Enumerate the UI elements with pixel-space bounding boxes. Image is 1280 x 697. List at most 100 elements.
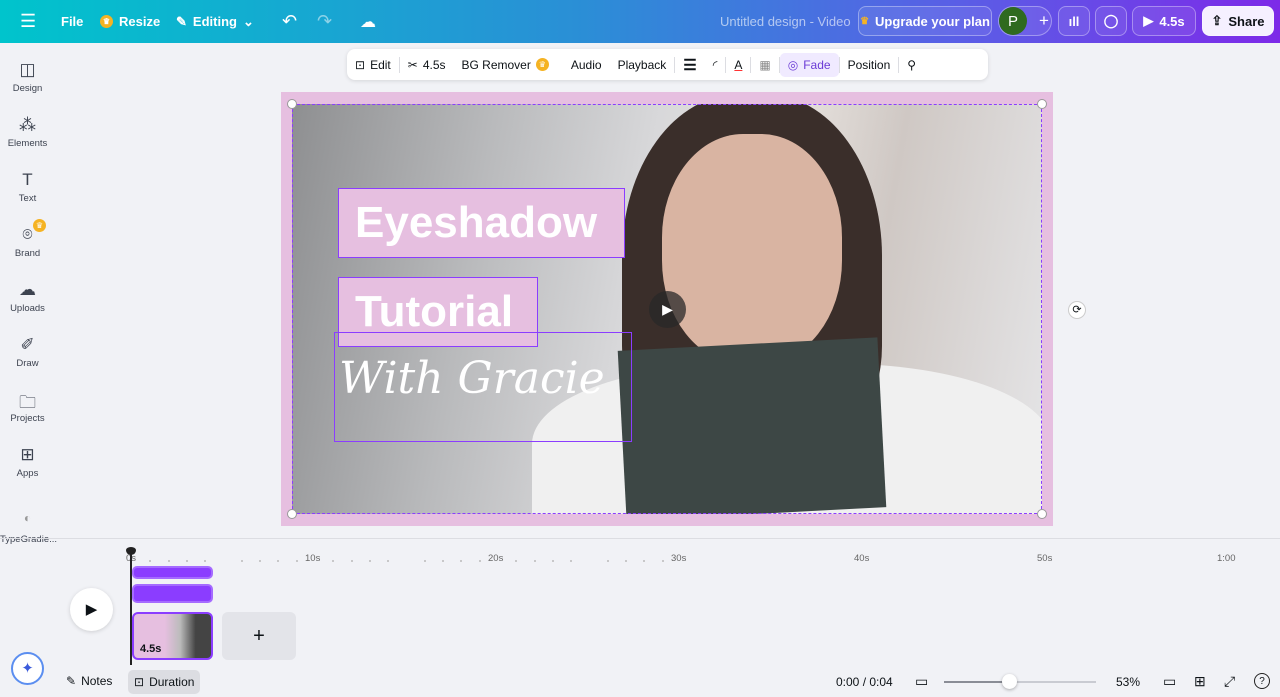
sidebar-item-label: Uploads bbox=[10, 303, 45, 314]
sidebar-item-projects[interactable]: 🗀 Projects bbox=[0, 390, 55, 424]
crown-icon: ♛ bbox=[100, 15, 113, 28]
timeline-minor-tick bbox=[478, 560, 481, 562]
comment-icon[interactable]: ◯ bbox=[1095, 6, 1127, 36]
timeline-tick: 50s bbox=[1037, 553, 1053, 564]
design-title[interactable]: Untitled design - Video bbox=[720, 14, 851, 29]
upgrade-button[interactable]: ♛ Upgrade your plan bbox=[858, 6, 992, 36]
page-view-icon[interactable]: ▭ bbox=[1163, 673, 1176, 690]
timeline-minor-tick bbox=[570, 560, 573, 562]
audio-button[interactable]: Audio bbox=[563, 53, 610, 77]
share-button[interactable]: ⇪ Share bbox=[1202, 6, 1274, 36]
file-menu[interactable]: File bbox=[61, 14, 83, 29]
timeline-minor-tick bbox=[515, 560, 518, 562]
cloud-upload-icon: ☁ bbox=[19, 280, 36, 299]
sidebar-item-typegradient[interactable]: ◐ TypeGradie... bbox=[0, 511, 57, 545]
duration-button[interactable]: ⊡ Duration bbox=[128, 670, 201, 694]
edit-label: Edit bbox=[370, 57, 391, 72]
apps-icon: ⊞ bbox=[20, 445, 35, 464]
sidebar-item-uploads[interactable]: ☁ Uploads bbox=[0, 280, 55, 314]
undo-icon[interactable]: ↶ bbox=[282, 11, 297, 32]
sidebar-item-draw[interactable]: ✐ Draw bbox=[0, 335, 55, 369]
timeline-tick: 30s bbox=[671, 553, 687, 564]
add-collaborator-icon[interactable]: + bbox=[1039, 11, 1049, 31]
duration-label: Duration bbox=[149, 675, 195, 689]
sidebar-item-text[interactable]: T Text bbox=[0, 170, 55, 204]
fade-button[interactable]: ◎ Fade bbox=[779, 52, 839, 77]
zoom-slider[interactable] bbox=[944, 674, 1096, 689]
sidebar-item-brand[interactable]: ⌾ ♛ Brand bbox=[0, 219, 55, 259]
transparency-icon[interactable]: ▦ bbox=[751, 53, 778, 77]
timeline-minor-tick bbox=[185, 560, 188, 562]
bg-remover-button[interactable]: BG Remover ♛ bbox=[454, 53, 557, 77]
sidebar-item-label: Elements bbox=[7, 138, 48, 149]
timeline-minor-tick bbox=[442, 560, 445, 562]
sidebar-item-elements[interactable]: ⁂ Elements bbox=[0, 115, 55, 149]
script-text-box[interactable]: With Gracie bbox=[334, 332, 632, 442]
sidebar-item-label: Apps bbox=[16, 468, 39, 479]
folder-icon: 🗀 bbox=[19, 393, 36, 412]
position-button[interactable]: Position bbox=[840, 53, 899, 77]
video-play-icon[interactable]: ▶ bbox=[649, 291, 686, 328]
rotate-icon[interactable]: ⟳ bbox=[1068, 301, 1086, 319]
avatar[interactable]: P bbox=[999, 7, 1027, 35]
timeline-minor-tick bbox=[625, 560, 628, 562]
zoom-slider-thumb[interactable] bbox=[1002, 674, 1018, 689]
timeline-minor-tick bbox=[240, 560, 243, 562]
playback-button[interactable]: Playback bbox=[610, 53, 675, 77]
editing-label: Editing bbox=[192, 14, 237, 29]
resize-handle[interactable] bbox=[1037, 99, 1047, 109]
clip-duration: 4.5s bbox=[140, 643, 162, 655]
redo-icon[interactable]: ↷ bbox=[317, 11, 332, 32]
timeline-minor-tick bbox=[259, 560, 262, 562]
resize-handle[interactable] bbox=[1037, 509, 1047, 519]
edit-video-button[interactable]: ⊡ Edit bbox=[347, 53, 399, 77]
timeline-minor-tick bbox=[661, 560, 664, 562]
present-button[interactable]: ▶ 4.5s bbox=[1132, 6, 1196, 36]
resize-handle[interactable] bbox=[287, 99, 297, 109]
zoom-level[interactable]: 53% bbox=[1116, 675, 1140, 689]
resize-button[interactable]: ♛ Resize bbox=[100, 14, 160, 29]
hamburger-icon[interactable]: ☰ bbox=[20, 11, 36, 32]
timeline-view-icon[interactable]: ▭ bbox=[915, 673, 928, 690]
timeline-minor-tick bbox=[277, 560, 280, 562]
sidebar-item-design[interactable]: ◫ Design bbox=[0, 60, 55, 94]
trim-label: 4.5s bbox=[422, 57, 446, 72]
sidebar: ◫ Design ⁂ Elements T Text ⌾ ♛ Brand ☁ Uploads… bbox=[0, 43, 57, 697]
image-track-clip[interactable] bbox=[132, 584, 213, 603]
notes-button[interactable]: ✎ Notes bbox=[66, 674, 112, 688]
color-icon[interactable]: A bbox=[726, 53, 750, 77]
trim-button[interactable]: ✂ 4.5s bbox=[400, 53, 454, 77]
grid-view-icon[interactable]: ⊞ bbox=[1194, 673, 1206, 690]
resize-handle[interactable] bbox=[287, 509, 297, 519]
insights-icon[interactable]: ıll bbox=[1058, 6, 1090, 36]
text-track-clip[interactable] bbox=[132, 566, 213, 579]
video-icon: ⊡ bbox=[355, 57, 366, 72]
page-thumbnail[interactable]: 4.5s bbox=[132, 612, 213, 660]
editing-dropdown[interactable]: ✎ Editing ⌄ bbox=[176, 14, 254, 30]
crown-icon: ♛ bbox=[33, 219, 46, 232]
cloud-saved-icon[interactable]: ☁ bbox=[360, 12, 376, 32]
border-style-icon[interactable]: ☰ bbox=[675, 53, 704, 77]
bg-remover-label: BG Remover bbox=[461, 57, 531, 72]
paint-roller-icon[interactable]: ⚲ bbox=[899, 53, 924, 77]
add-page-button[interactable]: + bbox=[222, 612, 296, 660]
magic-sparkle-icon[interactable]: ✦ bbox=[11, 652, 44, 685]
timeline-play-button[interactable]: ▶ bbox=[70, 588, 113, 631]
sidebar-item-apps[interactable]: ⊞ Apps bbox=[0, 445, 55, 479]
collaborators: P + bbox=[998, 6, 1052, 36]
title-text-box[interactable]: Eyeshadow bbox=[338, 188, 625, 258]
help-icon[interactable]: ? bbox=[1254, 673, 1270, 689]
crown-icon: ♛ bbox=[860, 15, 870, 27]
timeline-minor-tick bbox=[533, 560, 536, 562]
timeline-minor-tick bbox=[387, 560, 390, 562]
sidebar-item-label: Projects bbox=[10, 413, 45, 424]
corner-rounding-icon[interactable]: ◜ bbox=[705, 53, 726, 77]
timeline-tick: 20s bbox=[488, 553, 504, 564]
notes-icon: ✎ bbox=[66, 674, 77, 688]
app-icon: ◐ bbox=[23, 511, 32, 525]
timeline-minor-tick bbox=[204, 560, 207, 562]
crown-icon: ♛ bbox=[535, 58, 549, 71]
timeline-minor-tick bbox=[606, 560, 609, 562]
fullscreen-icon[interactable]: ⤢ bbox=[1224, 673, 1235, 690]
timeline-minor-tick bbox=[551, 560, 554, 562]
